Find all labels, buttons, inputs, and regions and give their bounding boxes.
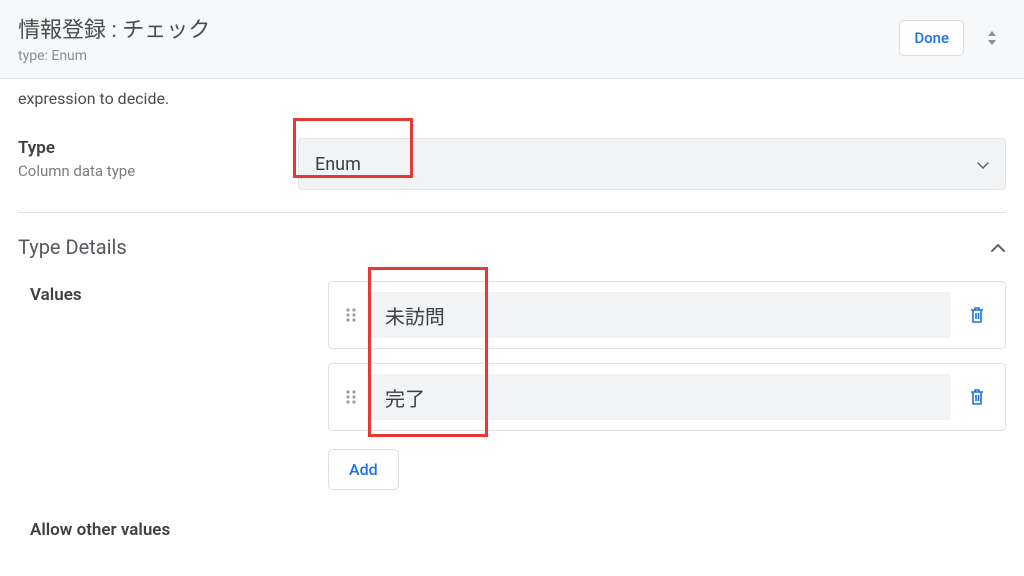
values-label: Values <box>30 281 328 305</box>
drag-handle-icon[interactable] <box>341 306 361 324</box>
header-left: 情報登録 : チェック type: Enum <box>18 12 210 64</box>
type-sublabel: Column data type <box>18 162 298 180</box>
chevron-up-icon <box>990 238 1006 257</box>
subtype-value: Enum <box>51 48 87 64</box>
type-details-header[interactable]: Type Details <box>18 213 1006 277</box>
delete-button[interactable] <box>961 387 993 407</box>
type-label-col: Type Column data type <box>18 138 298 180</box>
type-row: Type Column data type Enum <box>18 120 1006 213</box>
unfold-icon[interactable] <box>978 21 1006 55</box>
content-area: expression to decide. Type Column data t… <box>0 79 1024 540</box>
value-input[interactable] <box>371 374 951 420</box>
page-title: 情報登録 : チェック <box>18 12 210 44</box>
values-list: Add <box>328 281 1006 490</box>
type-field-col: Enum <box>298 138 1006 190</box>
delete-button[interactable] <box>961 305 993 325</box>
allow-other-values-label: Allow other values <box>18 490 1006 540</box>
done-button[interactable]: Done <box>899 20 964 56</box>
header-bar: 情報登録 : チェック type: Enum Done <box>0 0 1024 79</box>
type-select[interactable]: Enum <box>298 138 1006 190</box>
chevron-down-icon <box>977 154 989 175</box>
value-item <box>328 281 1006 349</box>
value-input[interactable] <box>371 292 951 338</box>
subtype-prefix: type: <box>18 48 51 64</box>
type-details-title: Type Details <box>18 235 127 259</box>
expression-fragment: expression to decide. <box>18 79 1006 120</box>
type-select-value: Enum <box>315 154 361 175</box>
values-row: Values Add <box>18 277 1006 490</box>
page-subtype: type: Enum <box>18 48 210 64</box>
header-right: Done <box>899 20 1006 56</box>
drag-handle-icon[interactable] <box>341 388 361 406</box>
type-label: Type <box>18 138 298 158</box>
add-button[interactable]: Add <box>328 449 399 490</box>
value-item <box>328 363 1006 431</box>
